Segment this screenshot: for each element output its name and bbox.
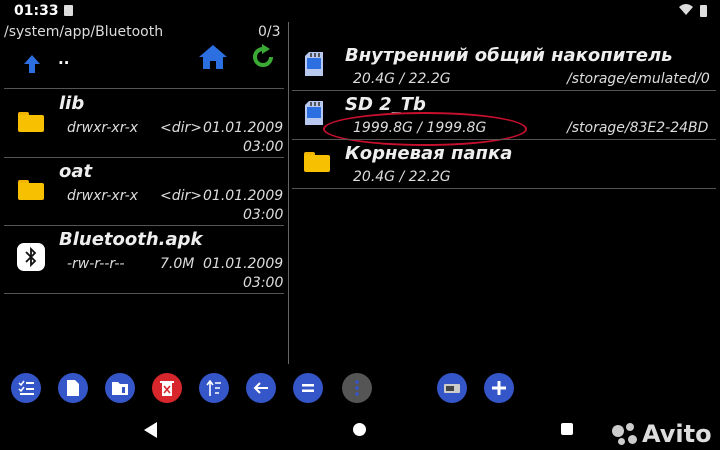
item-date: 01.01.2009 — [203, 256, 284, 272]
item-name: lib — [59, 93, 85, 114]
sd-card-status-icon — [64, 5, 73, 16]
sd-card-icon — [305, 101, 323, 125]
highlight-oval — [323, 112, 527, 146]
bottom-toolbar — [0, 368, 720, 410]
left-header-separator — [4, 88, 284, 89]
folder-icon — [18, 112, 44, 132]
new-file-icon[interactable] — [58, 373, 88, 403]
nav-back-icon[interactable] — [144, 422, 158, 442]
new-folder-icon[interactable] — [105, 373, 135, 403]
row-separator — [4, 293, 284, 294]
storage-path: /storage/emulated/0 — [567, 71, 710, 87]
system-navigation-bar: Avito — [0, 410, 720, 450]
item-time: 03:00 — [243, 207, 284, 223]
item-name: oat — [59, 161, 93, 182]
item-name: Bluetooth.apk — [59, 229, 203, 250]
selection-count: 0/3 — [258, 24, 281, 40]
nav-home-icon[interactable] — [353, 423, 366, 436]
item-permissions: -rw-r--r-- — [67, 256, 125, 272]
current-path: /system/app/Bluetooth — [4, 24, 164, 40]
battery-icon — [700, 5, 707, 17]
folder-icon — [18, 180, 44, 200]
more-icon[interactable] — [342, 373, 372, 403]
item-size: 7.0M — [160, 256, 195, 272]
item-date: 01.01.2009 — [203, 120, 284, 136]
item-time: 03:00 — [243, 275, 284, 291]
item-permissions: drwxr-xr-x — [67, 120, 139, 136]
storage-usage: 20.4G / 22.2G — [353, 71, 451, 87]
item-size: <dir> — [160, 120, 202, 136]
bluetooth-app-icon — [17, 243, 45, 271]
row-separator — [292, 139, 716, 140]
panel-divider — [288, 22, 289, 364]
storage-name: Корневая папка — [345, 143, 513, 164]
row-separator — [4, 225, 284, 226]
add-icon[interactable] — [484, 373, 514, 403]
folder-icon — [304, 152, 330, 172]
back-arrow-icon[interactable] — [246, 373, 276, 403]
status-time: 01:33 — [14, 3, 59, 19]
avito-logo-icon — [612, 423, 638, 445]
watermark: Avito — [612, 420, 712, 448]
sort-icon[interactable] — [199, 373, 229, 403]
item-permissions: drwxr-xr-x — [67, 188, 139, 204]
storage-name: Внутренний общий накопитель — [345, 45, 673, 66]
status-bar: 01:33 — [0, 0, 720, 22]
row-separator — [292, 188, 716, 189]
watermark-text: Avito — [642, 420, 712, 448]
storage-usage: 20.4G / 22.2G — [353, 169, 451, 185]
item-date: 01.01.2009 — [203, 188, 284, 204]
home-icon[interactable] — [198, 44, 228, 74]
delete-icon[interactable] — [152, 373, 182, 403]
up-directory-icon[interactable] — [22, 54, 42, 78]
item-size: <dir> — [160, 188, 202, 204]
parent-directory-label[interactable]: .. — [58, 50, 69, 68]
row-separator — [4, 157, 284, 158]
refresh-icon[interactable] — [250, 44, 276, 74]
wifi-icon — [678, 2, 694, 19]
drive-icon[interactable] — [437, 373, 467, 403]
row-separator — [292, 90, 716, 91]
storage-path: /storage/83E2-24BD — [567, 120, 709, 136]
item-time: 03:00 — [243, 139, 284, 155]
select-icon[interactable] — [11, 373, 41, 403]
sd-card-icon — [305, 52, 323, 76]
equal-icon[interactable] — [293, 373, 323, 403]
nav-recents-icon[interactable] — [561, 423, 573, 435]
